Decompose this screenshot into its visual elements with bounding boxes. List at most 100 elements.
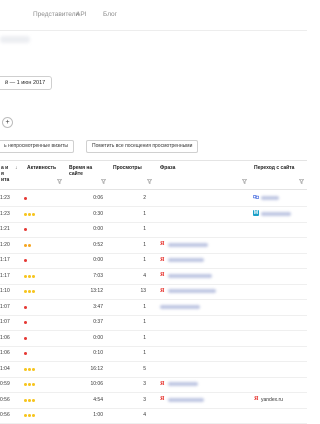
activity-dot (32, 212, 35, 216)
search-phrase-redacted[interactable] (168, 273, 212, 278)
table-row[interactable]: 0:59 10:06 3 Я (0, 377, 307, 393)
nav-api-link[interactable]: API (76, 11, 86, 18)
time-header-label: а и я ита (1, 165, 10, 183)
visit-time: 1:20 (0, 241, 10, 248)
visit-duration: 10:06 (90, 381, 103, 387)
activity-dot (24, 212, 27, 216)
visit-duration: 4:54 (93, 396, 103, 403)
table-row[interactable]: 1:07 3:47 1 (0, 300, 307, 316)
visit-duration: 0:37 (93, 319, 103, 325)
activity-dot (28, 383, 31, 386)
table-top-border (0, 160, 307, 161)
table-row[interactable]: 1:06 0:10 1 (0, 346, 307, 362)
nav-representatives-link[interactable]: Представители (33, 11, 79, 18)
referrer-site[interactable]: yandex.ru (261, 397, 283, 403)
yandex-search-icon: Я (160, 287, 165, 294)
filter-views-icon[interactable] (147, 179, 152, 184)
search-phrase-redacted[interactable] (168, 258, 204, 262)
column-header-activity[interactable]: Активность (27, 165, 56, 171)
visit-time: 1:07 (0, 303, 10, 310)
activity-dot (28, 398, 31, 402)
activity-indicator (24, 228, 28, 231)
nav-blog-link[interactable]: Блог (103, 11, 117, 18)
activity-dot (32, 290, 35, 293)
table-row[interactable]: 0:56 4:54 3 Я Яyandex.ru (0, 393, 307, 409)
activity-indicator (24, 321, 28, 324)
activity-dot (24, 243, 27, 247)
table-row[interactable]: 1:20 0:52 1 Я (0, 238, 307, 254)
search-phrase-redacted[interactable] (168, 242, 208, 247)
column-header-duration[interactable]: Время на сайте (69, 165, 92, 177)
referrer-redacted[interactable] (261, 211, 291, 216)
visit-time: 1:07 (0, 319, 10, 325)
page-views: 13 (140, 288, 146, 294)
search-phrase-redacted[interactable] (160, 304, 200, 309)
activity-dot (32, 274, 35, 278)
column-header-views[interactable]: Просмотры (113, 165, 142, 171)
visit-duration: 7:03 (93, 272, 103, 279)
activity-dot (24, 305, 27, 309)
sort-desc-icon[interactable]: ↓ (15, 165, 18, 171)
activity-dot (32, 367, 35, 371)
activity-indicator (24, 197, 28, 200)
activity-indicator (24, 243, 32, 247)
date-range-picker[interactable]: й — 1 июн 2017 (0, 76, 53, 90)
activity-dot (24, 398, 27, 402)
visit-duration: 3:47 (93, 303, 103, 310)
filter-duration-icon[interactable] (101, 179, 106, 184)
table-row[interactable]: 1:04 16:12 5 (0, 362, 307, 378)
activity-dot (24, 336, 27, 340)
activity-indicator (24, 259, 28, 262)
show-unviewed-visits-button[interactable]: ь непросмотренные визиты (0, 140, 74, 153)
activity-dot (32, 398, 35, 402)
add-filter-button[interactable]: + (2, 117, 13, 128)
activity-dot (24, 367, 27, 371)
page-views: 1 (143, 334, 146, 341)
page-views: 1 (143, 319, 146, 325)
activity-dot (28, 243, 31, 247)
page-views: 3 (143, 381, 146, 387)
table-row[interactable]: 0:56 1:00 4 (0, 408, 307, 424)
visit-duration: 0:30 (93, 210, 103, 217)
mark-all-viewed-button[interactable]: Пометить все посещения просмотренными (86, 140, 199, 153)
search-phrase-redacted[interactable] (168, 382, 198, 386)
visit-time: 1:17 (0, 257, 10, 263)
table-row[interactable]: 1:10 13:12 13 Я (0, 284, 307, 300)
table-row[interactable]: 1:17 0:00 1 Я (0, 253, 307, 269)
link-icon (252, 194, 260, 200)
page-views: 5 (143, 365, 146, 372)
visit-time: 1:21 (0, 226, 10, 232)
filter-activity-icon[interactable] (57, 179, 62, 184)
table-row[interactable]: 1:21 0:00 1 (0, 222, 307, 238)
visit-duration: 0:00 (93, 334, 103, 341)
search-phrase-redacted[interactable] (168, 397, 204, 402)
visit-duration: 0:52 (93, 241, 103, 248)
table-row[interactable]: 1:07 0:37 1 (0, 315, 307, 331)
visit-time: 1:23 (0, 195, 10, 201)
visit-time: 1:17 (0, 272, 10, 279)
activity-indicator (24, 274, 36, 278)
page-views: 2 (143, 195, 146, 201)
activity-indicator (24, 414, 36, 417)
yandex-search-icon: Я (160, 256, 165, 263)
activity-indicator (24, 367, 36, 371)
activity-dot (24, 383, 27, 386)
visit-duration: 0:00 (93, 226, 103, 232)
visit-time: 1:10 (0, 288, 10, 294)
table-row[interactable]: 1:23 0:30 1 M (0, 207, 307, 223)
filter-phrase-icon[interactable] (242, 179, 247, 184)
activity-dot (32, 414, 35, 417)
search-phrase-redacted[interactable] (168, 289, 216, 293)
filter-source-icon[interactable] (299, 179, 304, 184)
table-row[interactable]: 1:23 0:06 2 (0, 191, 307, 207)
mail-ru-icon: M (253, 209, 259, 216)
column-header-time[interactable]: а и я ита (1, 165, 9, 183)
referrer-redacted[interactable] (261, 196, 279, 200)
activity-indicator (24, 305, 28, 309)
table-row[interactable]: 1:06 0:00 1 (0, 331, 307, 347)
table-row[interactable]: 1:17 7:03 4 Я (0, 269, 307, 285)
visit-duration: 16:12 (90, 365, 103, 372)
column-header-phrase[interactable]: Фраза (160, 165, 175, 171)
activity-dot (24, 321, 27, 324)
column-header-source[interactable]: Переход с сайта (254, 165, 294, 171)
